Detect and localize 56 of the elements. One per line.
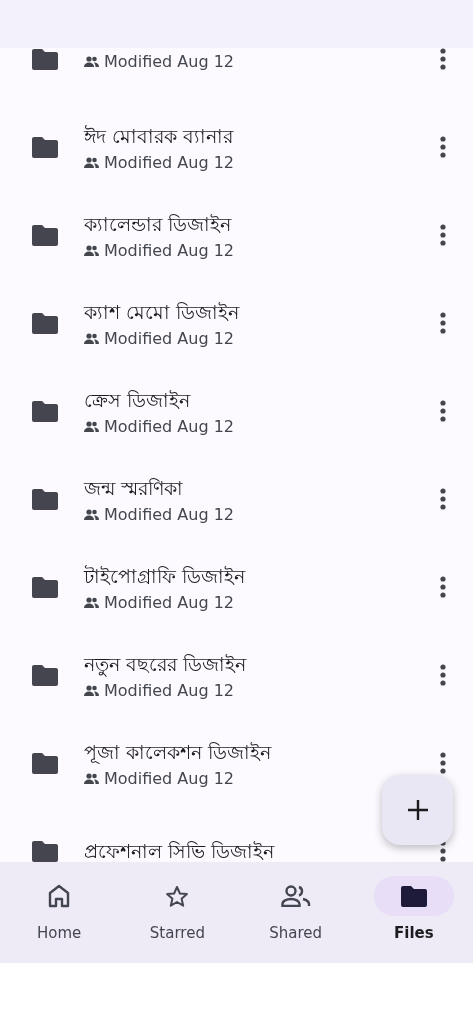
modified-date: Modified Aug 12 <box>104 328 235 348</box>
folder-name[interactable]: পূজা কালেকশন ডিজাইন <box>84 738 440 765</box>
nav-tab[interactable]: Starred <box>118 862 237 963</box>
folder-icon <box>32 224 58 246</box>
folder-name[interactable]: টাইপোগ্রাফি ডিজাইন <box>84 562 440 589</box>
folder-icon <box>32 488 58 510</box>
people-icon <box>84 596 99 608</box>
people-icon <box>84 156 99 168</box>
home-icon <box>48 884 71 908</box>
folder-name[interactable]: নতুন বছরের ডিজাইন <box>84 650 440 677</box>
nav-tab[interactable]: Home <box>0 862 119 963</box>
people-icon <box>280 885 311 907</box>
people-icon <box>84 55 99 67</box>
more-icon[interactable] <box>440 400 446 422</box>
modified-date: Modified Aug 12 <box>104 51 235 71</box>
plus-icon <box>406 799 429 821</box>
folder-name[interactable]: ঈদ মোবারক ব্যানার <box>84 122 440 149</box>
people-icon <box>84 332 99 344</box>
folder-icon <box>32 136 58 158</box>
folder-name[interactable]: জন্ম স্মরণিকা <box>84 474 440 501</box>
nav-tab[interactable]: Files <box>354 862 473 963</box>
more-icon[interactable] <box>440 664 446 686</box>
folder-icon <box>400 885 427 907</box>
people-icon <box>84 508 99 520</box>
folder-icon <box>32 576 58 598</box>
folder-name[interactable]: প্রফেশনাল সিভি ডিজাইন <box>84 838 440 862</box>
folder-icon <box>32 48 58 70</box>
folder-name[interactable]: ক্যাশ মেমো ডিজাইন <box>84 298 440 325</box>
more-icon[interactable] <box>440 224 446 246</box>
people-icon <box>84 772 99 784</box>
more-icon[interactable] <box>440 840 446 862</box>
people-icon <box>84 420 99 432</box>
folder-icon <box>32 664 58 686</box>
more-icon[interactable] <box>440 488 446 510</box>
folder-icon <box>32 400 58 422</box>
modified-date: Modified Aug 12 <box>104 416 235 436</box>
folder-name[interactable]: ক্রেস ডিজাইন <box>84 386 440 413</box>
more-icon[interactable] <box>440 576 446 598</box>
more-icon[interactable] <box>440 136 446 158</box>
more-icon[interactable] <box>440 48 446 70</box>
modified-date: Modified Aug 12 <box>104 152 235 172</box>
folder-icon <box>32 752 58 774</box>
modified-date: Modified Aug 12 <box>104 680 235 700</box>
modified-date: Modified Aug 12 <box>104 240 235 260</box>
modified-date: Modified Aug 12 <box>104 592 235 612</box>
modified-date: Modified Aug 12 <box>104 504 235 524</box>
more-icon[interactable] <box>440 752 446 774</box>
people-icon <box>84 244 99 256</box>
nav-tab[interactable]: Shared <box>236 862 355 963</box>
folder-icon <box>32 840 58 862</box>
modified-date: Modified Aug 12 <box>104 768 235 788</box>
folder-icon <box>32 312 58 334</box>
people-icon <box>84 684 99 696</box>
more-icon[interactable] <box>440 312 446 334</box>
folder-name[interactable]: ক্যালেন্ডার ডিজাইন <box>84 210 440 237</box>
star-icon <box>165 884 190 908</box>
